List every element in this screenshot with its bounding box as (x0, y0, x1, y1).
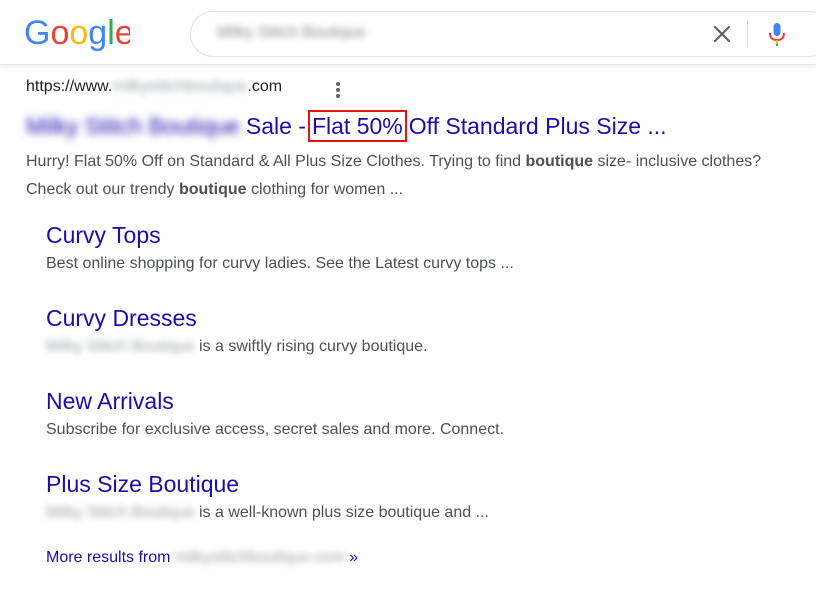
snippet-bold-2: boutique (178, 181, 247, 198)
result-snippet: Hurry! Flat 50% Off on Standard & All Pl… (26, 148, 766, 204)
logo-letter-e: e (115, 14, 130, 52)
search-input[interactable]: Milky Stitch Boutique (190, 11, 816, 57)
url-domain-blurred: milkystitchboutique (112, 78, 248, 95)
sitelink-title[interactable]: New Arrivals (46, 386, 746, 416)
sitelink-curvy-dresses: Curvy Dresses Milky Stitch Boutique is a… (46, 303, 746, 359)
result-url[interactable]: https://www.milkystitchboutique.com (26, 78, 282, 102)
svg-text:Google: Google (24, 14, 130, 52)
result-title[interactable]: Milky Stitch Boutique Sale - Flat 50% Off … (26, 110, 667, 142)
snippet-text-1: Hurry! Flat 50% Off on Standard & All Pl… (26, 153, 522, 170)
snippet-text-3: clothing for women ... (250, 181, 404, 198)
logo-letter-o1: o (50, 14, 69, 52)
sitelink-title[interactable]: Curvy Tops (46, 220, 746, 250)
sitelink-desc: Milky Stitch Boutique is a swiftly risin… (46, 338, 428, 355)
sitelink-plus-size-boutique: Plus Size Boutique Milky Stitch Boutique… (46, 469, 746, 525)
search-query-text: Milky Stitch Boutique (217, 24, 366, 41)
logo-letter-l: l (107, 14, 115, 52)
close-icon[interactable] (711, 23, 733, 45)
title-site-blurred: Milky Stitch Boutique (26, 113, 240, 139)
microphone-icon[interactable] (765, 21, 789, 47)
title-part-2: Off Standard Plus Size ... (408, 113, 667, 139)
title-part-1: Sale - (245, 113, 306, 139)
more-results-arrow: » (349, 549, 359, 566)
sitelink-curvy-tops: Curvy Tops Best online shopping for curv… (46, 220, 746, 276)
google-logo[interactable]: Google (24, 12, 130, 52)
sitelink-title[interactable]: Plus Size Boutique (46, 469, 746, 499)
url-prefix: https://www. (26, 78, 113, 95)
sitelink-desc: Milky Stitch Boutique is a well-known pl… (46, 504, 489, 521)
url-suffix: .com (247, 78, 283, 95)
more-results-link[interactable]: More results from milkystitchboutique.co… (46, 546, 358, 570)
more-results-label: More results from (46, 549, 171, 566)
sitelink-brand-blurred: Milky Stitch Boutique (46, 338, 195, 355)
logo-letter-g: G (24, 14, 50, 52)
more-results-domain-blurred: milkystitchboutique.com (174, 549, 345, 566)
sitelink-desc: Subscribe for exclusive access, secret s… (46, 421, 504, 438)
title-highlight-flat-50: Flat 50% (307, 110, 407, 142)
sitelink-brand-blurred: Milky Stitch Boutique (46, 504, 195, 521)
search-header: Google Milky Stitch Boutique (0, 0, 816, 65)
search-divider (747, 21, 748, 47)
more-options-icon[interactable] (332, 80, 344, 100)
logo-letter-g2: g (88, 14, 107, 52)
snippet-bold-1: boutique (525, 153, 594, 170)
sitelink-desc: Best online shopping for curvy ladies. S… (46, 255, 514, 272)
logo-letter-o2: o (69, 14, 88, 52)
sitelink-title[interactable]: Curvy Dresses (46, 303, 746, 333)
sitelink-new-arrivals: New Arrivals Subscribe for exclusive acc… (46, 386, 746, 442)
